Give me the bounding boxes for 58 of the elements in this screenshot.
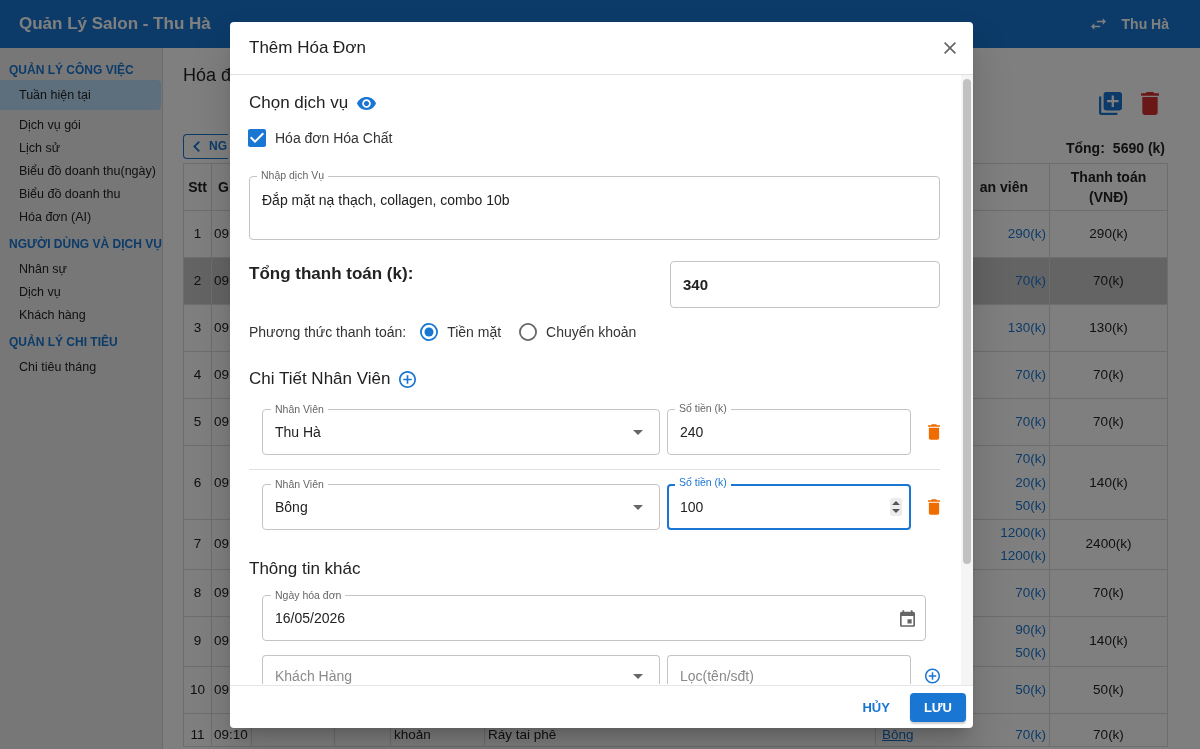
table-cell: 140(k) xyxy=(1049,445,1168,519)
table-text: 09 xyxy=(214,681,230,697)
field-label: Nhập dịch Vụ xyxy=(257,169,329,181)
table-cell: 70(k) xyxy=(1049,713,1168,746)
table-cell: 7 xyxy=(183,519,212,569)
table-cell: 2 xyxy=(183,257,212,305)
field-label: Nhân Viên xyxy=(271,478,328,490)
table-cell: 70(k) xyxy=(1049,351,1168,399)
payment-label: Phương thức thanh toán: xyxy=(249,324,407,340)
section-heading: Chi Tiết Nhân Viên xyxy=(249,369,391,389)
table-text: 09:10 xyxy=(214,726,248,742)
column-header: an viên xyxy=(979,179,1028,195)
total-value: 5690 (k) xyxy=(1112,139,1165,156)
total-label: Tổng thanh toán (k): xyxy=(249,263,414,285)
table-text: khoản xyxy=(394,726,431,742)
table-cell: 70(k) xyxy=(1049,398,1168,446)
table-cell: 10 xyxy=(183,666,212,713)
table-cell: 140(k) xyxy=(1049,616,1168,666)
table-text: 09 xyxy=(214,584,230,600)
column-header: Stt xyxy=(188,179,207,195)
table-cell: 11 xyxy=(183,713,212,746)
table-text: 09 xyxy=(214,367,230,383)
table-text: 09 xyxy=(214,226,230,242)
table-cell: 70(k) xyxy=(1049,569,1168,616)
section-title: NGƯỜI DÙNG VÀ DỊCH VỤ xyxy=(8,235,161,253)
table-cell: 1 xyxy=(183,210,212,258)
table-cell: 5 xyxy=(183,398,212,446)
table-text: 09 xyxy=(214,474,230,490)
section-heading: Chọn dịch vụ xyxy=(249,93,349,113)
table-cell: 70(k) xyxy=(1049,257,1168,305)
table-cell: 8 xyxy=(183,569,212,616)
table-text: Ráy tai phê xyxy=(488,726,557,742)
field-label: Số tiền (k) xyxy=(675,402,731,414)
table-cell: 4 xyxy=(183,351,212,399)
table-cell: 9 xyxy=(183,616,212,666)
field-label: Số tiền (k) xyxy=(675,476,731,488)
section-title: QUẢN LÝ CÔNG VIỆC xyxy=(8,61,135,79)
table-cell: 290(k) xyxy=(1049,210,1168,258)
page-title: Hóa đ xyxy=(183,64,232,87)
section-title: QUẢN LÝ CHI TIÊU xyxy=(8,333,119,351)
table-cell: 130(k) xyxy=(1049,304,1168,352)
field-label: Nhân Viên xyxy=(271,403,328,415)
column-header: G xyxy=(218,179,229,195)
section-heading: Thông tin khác xyxy=(249,559,361,579)
table-cell: 6 xyxy=(183,445,212,519)
table-cell: 50(k) xyxy=(1049,666,1168,713)
column-header: Thanh toán (VNĐ) xyxy=(1070,169,1147,205)
table-text: 09 xyxy=(214,633,230,649)
dialog-title: Thêm Hóa Đơn xyxy=(249,38,366,58)
field-label: Ngày hóa đơn xyxy=(271,589,346,601)
total-label: Tổng: xyxy=(1065,139,1105,156)
table-text: 09 xyxy=(214,536,230,552)
table-text: 09 xyxy=(214,273,230,289)
table-text: 09 xyxy=(214,414,230,430)
table-cell: 3 xyxy=(183,304,212,352)
table-cell: 2400(k) xyxy=(1049,519,1168,569)
app-title: Quản Lý Salon - Thu Hà xyxy=(19,14,211,34)
table-text: 09 xyxy=(214,320,230,336)
